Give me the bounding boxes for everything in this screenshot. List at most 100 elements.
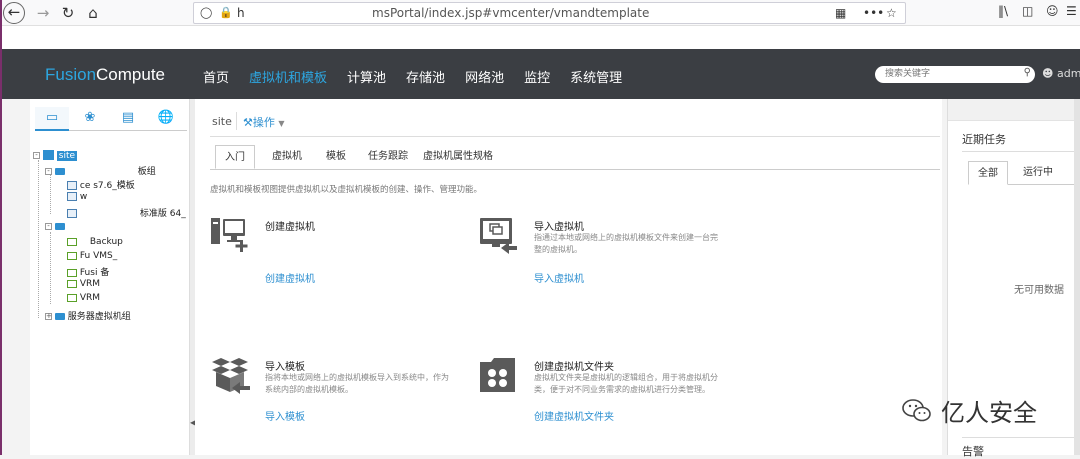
- vm-icon: [67, 293, 77, 302]
- tab-vm-specs[interactable]: 虚拟机属性规格: [423, 145, 493, 169]
- collapse-toggle[interactable]: -: [45, 168, 52, 175]
- nav-system-management[interactable]: 系统管理: [570, 67, 622, 86]
- expand-toggle[interactable]: +: [45, 313, 52, 320]
- user-menu[interactable]: ☻ admin: [1042, 67, 1080, 80]
- tree-node-vm[interactable]: 标准版 64_: [67, 206, 186, 219]
- tree-node-vm[interactable]: Fusi 备: [67, 265, 109, 278]
- nav-compute-pool[interactable]: 计算池: [347, 67, 386, 86]
- left-panel: ▭ ❀ ▤ 🌐 - site - 板组 ce s7.6_模板 w 标准版 64_…: [30, 99, 190, 455]
- tree-guide: [50, 232, 51, 304]
- nav-monitor[interactable]: 监控: [524, 67, 550, 86]
- template-icon: [67, 181, 77, 190]
- cluster-icon: ❀: [84, 110, 96, 125]
- card-create-vm: 创建虚拟机 创建虚拟机: [210, 216, 450, 306]
- task-tabs: 全部 运行中 失: [968, 161, 1080, 185]
- blank-band: [0, 26, 1080, 49]
- operation-menu[interactable]: ⚒操作 ▼: [243, 114, 285, 130]
- tree-node-vm[interactable]: w: [67, 192, 87, 202]
- collapse-toggle[interactable]: -: [33, 151, 40, 159]
- page-actions-icon[interactable]: •••: [863, 6, 884, 20]
- tree-node-vm[interactable]: VRM: [67, 279, 100, 289]
- qr-code-icon[interactable]: ▦: [835, 6, 846, 20]
- vm-icon: [67, 237, 77, 246]
- tab-templates[interactable]: 模板: [326, 145, 346, 169]
- card-description: 虚拟机文件夹是虚拟机的逻辑组合，用于将虚拟机分类，便于对不同业务需求的虚拟机进行…: [534, 373, 718, 394]
- import-template-icon: [212, 358, 250, 394]
- tree-node-group[interactable]: + 服务器虚拟机组: [45, 309, 131, 322]
- tree-node-vm[interactable]: ce s7.6_模板: [67, 178, 135, 191]
- alarm-title: 告警: [962, 445, 984, 458]
- collapse-toggle[interactable]: -: [45, 223, 52, 230]
- create-vm-folder-link[interactable]: 创建虚拟机文件夹: [534, 408, 614, 423]
- tab-all[interactable]: 全部: [968, 161, 1008, 185]
- template-icon: [67, 209, 77, 218]
- reload-button[interactable]: ↻: [57, 2, 79, 24]
- tree-node-site[interactable]: - site: [33, 150, 78, 161]
- watermark-text: 亿人安全: [941, 399, 1037, 427]
- tree-node-group[interactable]: - 板组: [45, 164, 156, 177]
- nav-storage-pool[interactable]: 存储池: [406, 67, 445, 86]
- tab-vm-tree[interactable]: ▭: [35, 107, 69, 131]
- import-template-link[interactable]: 导入模板: [265, 408, 305, 423]
- tree-node-vm[interactable]: VRM: [67, 293, 100, 303]
- intro-text: 虚拟机和模板视图提供虚拟机以及虚拟机模板的创建、操作、管理功能。: [210, 185, 483, 195]
- monitor-icon: ▭: [45, 110, 59, 125]
- storage-icon: ▤: [121, 110, 135, 125]
- url-host: h: [237, 6, 245, 20]
- nav-network-pool[interactable]: 网络池: [465, 67, 504, 86]
- card-description: 指通过本地或网络上的虚拟机模板文件来创建一台完整的虚拟机。: [534, 233, 718, 254]
- search-icon[interactable]: ⚲: [1024, 67, 1031, 78]
- divider: [210, 136, 940, 137]
- panel-title: 近期任务: [962, 133, 1006, 146]
- vm-icon: [67, 279, 77, 288]
- tree-node-vm[interactable]: Fu VMS_: [67, 251, 117, 261]
- tab-storage-tree[interactable]: ▤: [111, 107, 145, 131]
- tab-getting-started[interactable]: 入门: [215, 145, 255, 169]
- folder-icon: [54, 168, 65, 175]
- back-button[interactable]: ←: [3, 2, 25, 24]
- divider: [962, 151, 1080, 152]
- main-content: site ⚒操作 ▼ 入门 虚拟机 模板 任务跟踪 虚拟机属性规格 虚拟机和模板…: [195, 99, 942, 455]
- shield-icon[interactable]: ◯: [200, 6, 212, 19]
- tab-running[interactable]: 运行中: [1023, 161, 1053, 185]
- search-input[interactable]: [885, 67, 1015, 81]
- tab-cluster-tree[interactable]: ❀: [73, 107, 107, 131]
- card-title: 创建虚拟机: [265, 222, 315, 233]
- tab-vms[interactable]: 虚拟机: [272, 145, 302, 169]
- tree-node-vm[interactable]: Backup: [67, 237, 123, 247]
- scroll-gutter: [1074, 99, 1080, 455]
- account-icon[interactable]: ☺: [1046, 4, 1059, 18]
- folder-icon: [54, 223, 65, 230]
- library-icon[interactable]: ‖\: [998, 4, 1008, 18]
- vm-folder-icon: [480, 358, 515, 392]
- logo: FusionCompute: [45, 65, 166, 84]
- tab-network-tree[interactable]: 🌐: [149, 107, 183, 131]
- nav-home[interactable]: 首页: [203, 67, 229, 86]
- import-vm-link[interactable]: 导入虚拟机: [534, 270, 584, 285]
- card-title: 导入模板: [265, 362, 305, 373]
- sidebar-icon[interactable]: ◫: [1022, 4, 1033, 18]
- folder-icon: [54, 313, 65, 320]
- tab-task-tracking[interactable]: 任务跟踪: [368, 145, 408, 169]
- card-import-vm: 导入虚拟机 指通过本地或网络上的虚拟机模板文件来创建一台完整的虚拟机。 导入虚拟…: [479, 216, 719, 306]
- vm-icon: [67, 251, 77, 260]
- site-icon: [42, 150, 54, 160]
- main-nav: 首页 虚拟机和模板 计算池 存储池 网络池 监控 系统管理: [203, 67, 622, 86]
- globe-icon: 🌐: [157, 110, 175, 125]
- tree-node-group[interactable]: -: [45, 222, 65, 232]
- bookmark-star-icon[interactable]: ☆: [886, 6, 897, 20]
- nav-vm-templates[interactable]: 虚拟机和模板: [249, 67, 327, 86]
- create-vm-link[interactable]: 创建虚拟机: [265, 270, 315, 285]
- url-path: msPortal/index.jsp#vmcenter/vmandtemplat…: [372, 6, 650, 20]
- forward-button[interactable]: →: [32, 2, 54, 24]
- card-import-template: 导入模板 指将本地或网络上的虚拟机模板导入到系统中，作为系统内部的虚拟机模板。 …: [210, 356, 450, 446]
- lock-icon[interactable]: 🔒: [219, 6, 233, 19]
- breadcrumb[interactable]: site: [212, 115, 232, 128]
- home-icon[interactable]: ⌂: [82, 2, 104, 24]
- tree-node-label: 服务器虚拟机组: [67, 312, 131, 322]
- tree-node-label: 板组: [137, 167, 156, 177]
- url-bar[interactable]: ◯ 🔒 h msPortal/index.jsp#vmcenter/vmandt…: [193, 2, 906, 24]
- left-panel-tabs: ▭ ❀ ▤ 🌐: [35, 107, 187, 131]
- menu-icon[interactable]: ☰: [1066, 4, 1077, 18]
- chevron-down-icon: ▼: [278, 119, 285, 128]
